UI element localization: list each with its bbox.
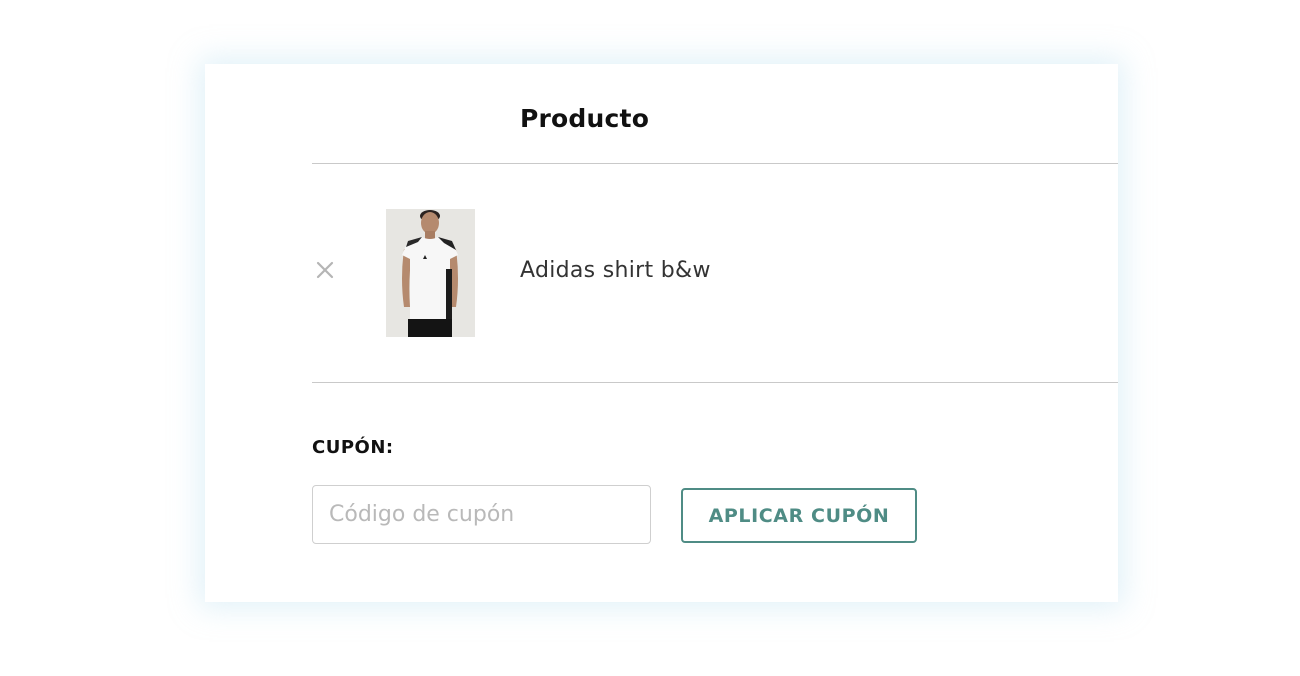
- cart-item-row: Adidas shirt b&w: [312, 164, 1118, 383]
- apply-coupon-button[interactable]: APLICAR CUPÓN: [681, 488, 917, 543]
- cart-card: Producto Adidas shirt b&w CUPÓN: Código …: [205, 64, 1118, 602]
- coupon-label: CUPÓN:: [312, 437, 394, 458]
- product-column-header: Producto: [520, 104, 650, 133]
- coupon-code-input[interactable]: [312, 485, 651, 544]
- product-thumbnail[interactable]: [386, 209, 475, 337]
- remove-item-button[interactable]: [312, 257, 338, 283]
- close-icon: [316, 261, 334, 279]
- cart-table-header: Producto: [312, 64, 1118, 164]
- product-thumbnail-image: [386, 209, 475, 337]
- cart-item-name[interactable]: Adidas shirt b&w: [520, 258, 711, 283]
